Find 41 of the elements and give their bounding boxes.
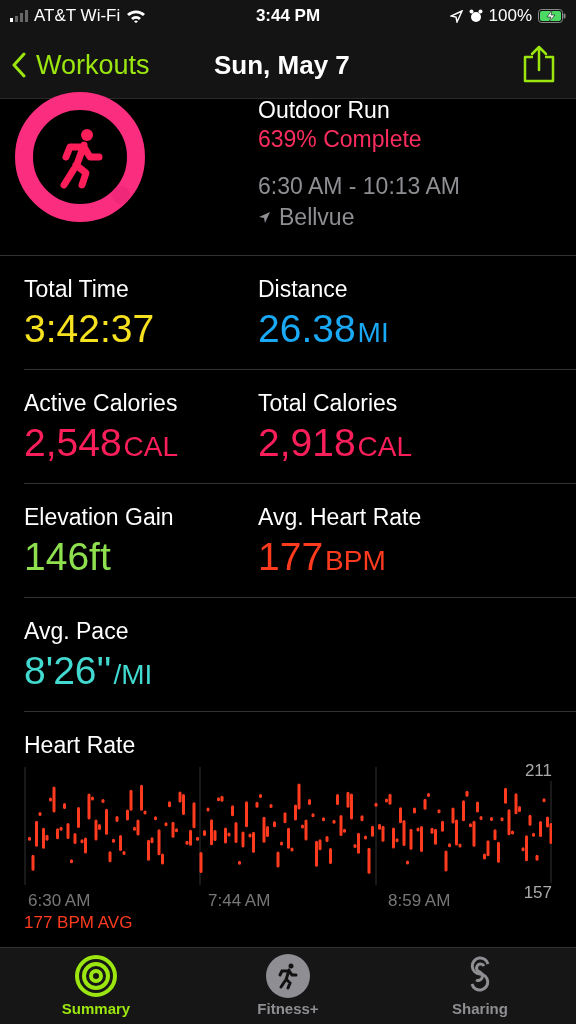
metric-label: Active Calories [24, 390, 179, 417]
runner-icon [266, 954, 310, 998]
metric-value: 3:42:37 [24, 307, 156, 351]
share-icon [522, 44, 556, 83]
nav-title: Sun, May 7 [214, 49, 350, 81]
metric-label: Total Calories [258, 390, 399, 417]
metric-value: 177BPM [258, 535, 387, 579]
average-heart-rate: 177 BPM AVG [24, 913, 134, 933]
wifi-icon [126, 9, 147, 23]
metric-value: 8'26''/MI [24, 649, 154, 693]
chevron-left-icon [12, 52, 26, 78]
workout-name: Outdoor Run [258, 99, 391, 121]
workout-time-range: 6:30 AM - 10:13 AM [258, 173, 460, 200]
tab[interactable]: Sharing [384, 948, 576, 1024]
location-arrow-icon [258, 211, 271, 224]
running-ring-icon [14, 91, 146, 223]
status-time: 3:44 PM [255, 6, 321, 26]
battery-percent: 100% [488, 6, 532, 26]
metric-value: 26.38MI [258, 307, 390, 351]
metric-value: 146ft [24, 535, 112, 579]
tab[interactable]: Fitness+ [192, 948, 384, 1024]
metric-label: Avg. Heart Rate [258, 504, 423, 531]
location-arrow-icon [449, 9, 463, 23]
metric-label: Elevation Gain [24, 504, 175, 531]
carrier-name: AT&T Wi-Fi [34, 6, 121, 26]
time-axis-label: 8:59 AM [387, 891, 451, 911]
chart-title: Heart Rate [24, 732, 137, 759]
rings-icon [74, 954, 118, 998]
time-axis-label: 6:30 AM [27, 891, 92, 911]
time-axis-label: 7:44 AM [207, 891, 272, 911]
tab[interactable]: Summary [0, 948, 192, 1024]
battery-charging-icon [538, 9, 566, 23]
workout-location: Bellvue [279, 204, 355, 231]
metric-label: Total Time [24, 276, 130, 303]
back-button[interactable]: Workouts [12, 49, 150, 81]
metric-value: 2,548CAL [24, 421, 180, 465]
axis-max-label: 211 [524, 761, 552, 781]
metric-label: Distance [258, 276, 349, 303]
metric-label: Avg. Pace [24, 618, 130, 645]
signal-icon [10, 10, 28, 22]
metric-value: 2,918CAL [258, 421, 414, 465]
